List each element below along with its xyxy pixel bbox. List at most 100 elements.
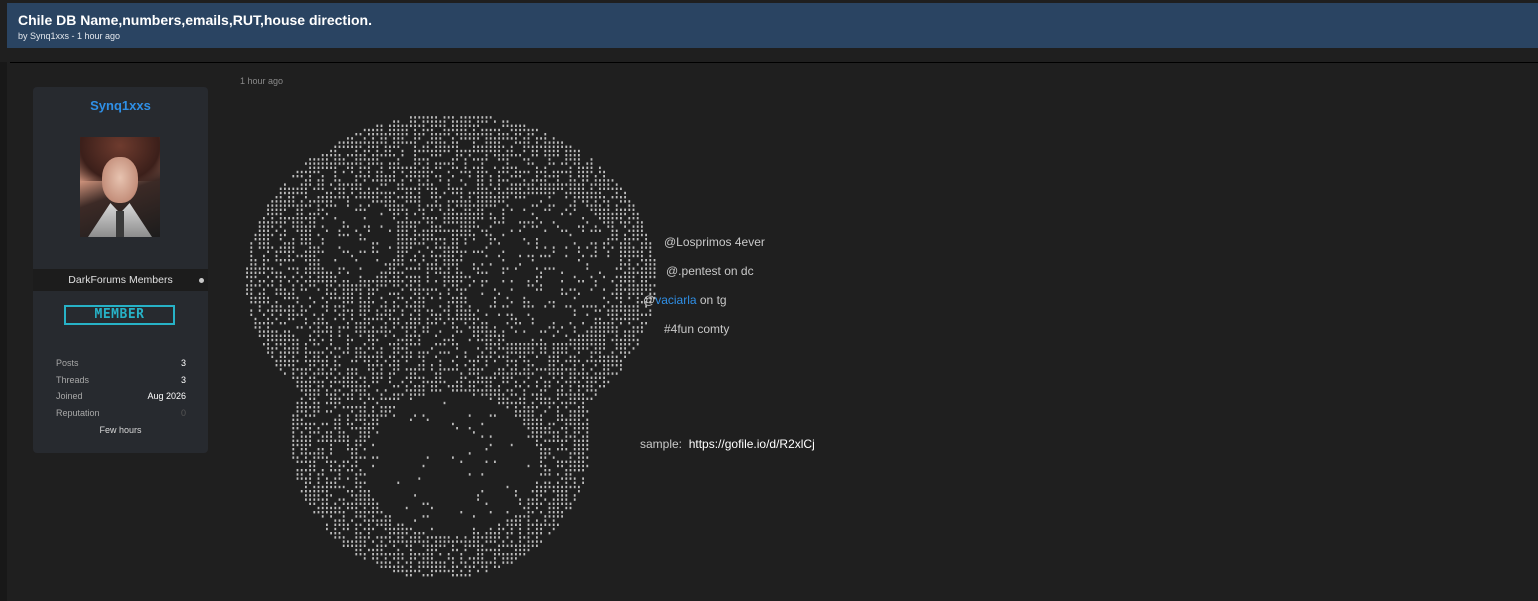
ascii-dot-77 (414, 128, 416, 132)
stat-reputation-value[interactable]: 0 (181, 408, 186, 418)
ascii-dot-2926 (351, 389, 353, 392)
ascii-dot-1919 (607, 301, 610, 304)
ascii-dot-192 (439, 141, 442, 144)
ascii-dot-3622 (557, 502, 559, 505)
ascii-dot-2518 (544, 351, 547, 354)
ascii-dot-3940 (414, 553, 416, 556)
ascii-dot-714 (338, 191, 341, 195)
ascii-dot-1900 (368, 301, 370, 304)
ascii-dot-1488 (418, 263, 421, 266)
ascii-dot-1595 (628, 271, 631, 274)
ascii-dot-2388 (439, 343, 442, 346)
ascii-dot-3703 (384, 519, 387, 522)
ascii-dot-893 (401, 204, 404, 207)
ascii-dot-1300 (573, 242, 576, 245)
ascii-dot-2438 (368, 347, 370, 350)
user-avatar[interactable] (80, 137, 160, 237)
mention-link-vaciarla[interactable]: vaciarla (655, 293, 696, 307)
ascii-dot-2664 (573, 364, 576, 367)
ascii-dot-1226 (615, 233, 618, 237)
ascii-dot-3228 (527, 427, 530, 430)
ascii-dot-3922 (494, 548, 496, 552)
ascii-dot-3656 (355, 511, 358, 514)
ascii-dot-3857 (468, 540, 471, 543)
ascii-dot-2259 (590, 330, 593, 333)
ascii-dot-3283 (540, 435, 542, 438)
ascii-dot-3118 (557, 410, 559, 413)
ascii-dot-2869 (590, 380, 593, 384)
ascii-dot-3744 (347, 527, 349, 531)
ascii-dot-1904 (405, 301, 408, 304)
ascii-dot-2108 (515, 317, 517, 321)
ascii-dot-2369 (279, 343, 282, 346)
ascii-dot-3374 (578, 452, 580, 455)
ascii-dot-1347 (620, 246, 622, 249)
stat-posts-value[interactable]: 3 (181, 358, 186, 368)
ascii-dot-3084 (384, 406, 387, 409)
ascii-dot-3768 (334, 532, 337, 535)
ascii-dot-2791 (380, 376, 383, 379)
ascii-dot-24 (431, 120, 433, 123)
ascii-dot-2368 (275, 343, 278, 346)
ascii-dot-3723 (380, 523, 383, 526)
ascii-dot-344 (334, 158, 337, 161)
ascii-dot-3172 (531, 418, 534, 421)
ascii-dot-3491 (305, 481, 307, 484)
ascii-dot-464 (309, 170, 311, 174)
ascii-dot-2487 (321, 351, 324, 354)
ascii-dot-1945 (405, 305, 408, 308)
ascii-dot-2944 (468, 389, 471, 392)
ascii-dot-407 (506, 162, 509, 165)
ascii-dot-1257 (464, 238, 467, 241)
ascii-dot-2666 (594, 364, 597, 367)
ascii-dot-3381 (321, 456, 324, 459)
ascii-dot-733 (456, 191, 458, 195)
ascii-dot-3458 (296, 473, 299, 476)
ascii-dot-514 (321, 175, 324, 178)
ascii-dot-164 (515, 137, 517, 140)
ascii-dot-4013 (401, 565, 404, 568)
ascii-dot-2300 (494, 334, 496, 337)
ascii-dot-661 (368, 187, 370, 190)
ascii-dot-3662 (380, 511, 383, 514)
ascii-dot-2566 (523, 355, 526, 358)
ascii-dot-2208 (599, 326, 601, 329)
ascii-dot-3555 (309, 494, 311, 497)
ascii-dot-975 (309, 212, 311, 216)
ascii-dot-2893 (431, 385, 433, 388)
stat-threads-value[interactable]: 3 (181, 375, 186, 385)
ascii-dot-2441 (393, 347, 395, 350)
ascii-dot-1760 (305, 288, 307, 291)
ascii-dot-933 (321, 208, 324, 211)
username-link[interactable]: Synq1xxs (33, 98, 208, 113)
ascii-dot-1187 (615, 229, 618, 232)
ascii-dot-566 (393, 179, 395, 182)
sample-url-link[interactable]: https://gofile.io/d/R2xlCj (689, 437, 815, 451)
ascii-dot-472 (376, 170, 379, 174)
ascii-dot-1385 (481, 250, 484, 253)
ascii-dot-212 (338, 145, 341, 148)
ascii-dot-2622 (586, 359, 589, 363)
ascii-dot-2143 (426, 322, 429, 325)
ascii-dot-3398 (296, 460, 299, 463)
ascii-dot-1663 (334, 280, 337, 283)
ascii-dot-3186 (309, 422, 311, 426)
ascii-dot-2084 (351, 317, 353, 321)
ascii-dot-3437 (582, 464, 584, 468)
ascii-dot-1583 (443, 271, 446, 274)
ascii-dot-1081 (468, 221, 471, 224)
ascii-dot-2596 (368, 359, 370, 363)
ascii-dot-2174 (317, 326, 320, 329)
ascii-dot-2637 (313, 364, 316, 367)
ascii-dot-2624 (594, 359, 597, 363)
ascii-dot-3497 (355, 481, 358, 484)
ascii-dot-2055 (468, 313, 471, 316)
ascii-dot-3592 (544, 498, 547, 501)
ascii-dot-3946 (447, 553, 450, 556)
ascii-dot-334 (557, 154, 559, 157)
ascii-dot-2097 (435, 317, 437, 321)
ascii-dot-245 (531, 145, 534, 148)
ascii-dot-3825 (498, 536, 500, 539)
ascii-dot-3664 (489, 511, 492, 514)
ascii-dot-352 (376, 158, 379, 161)
